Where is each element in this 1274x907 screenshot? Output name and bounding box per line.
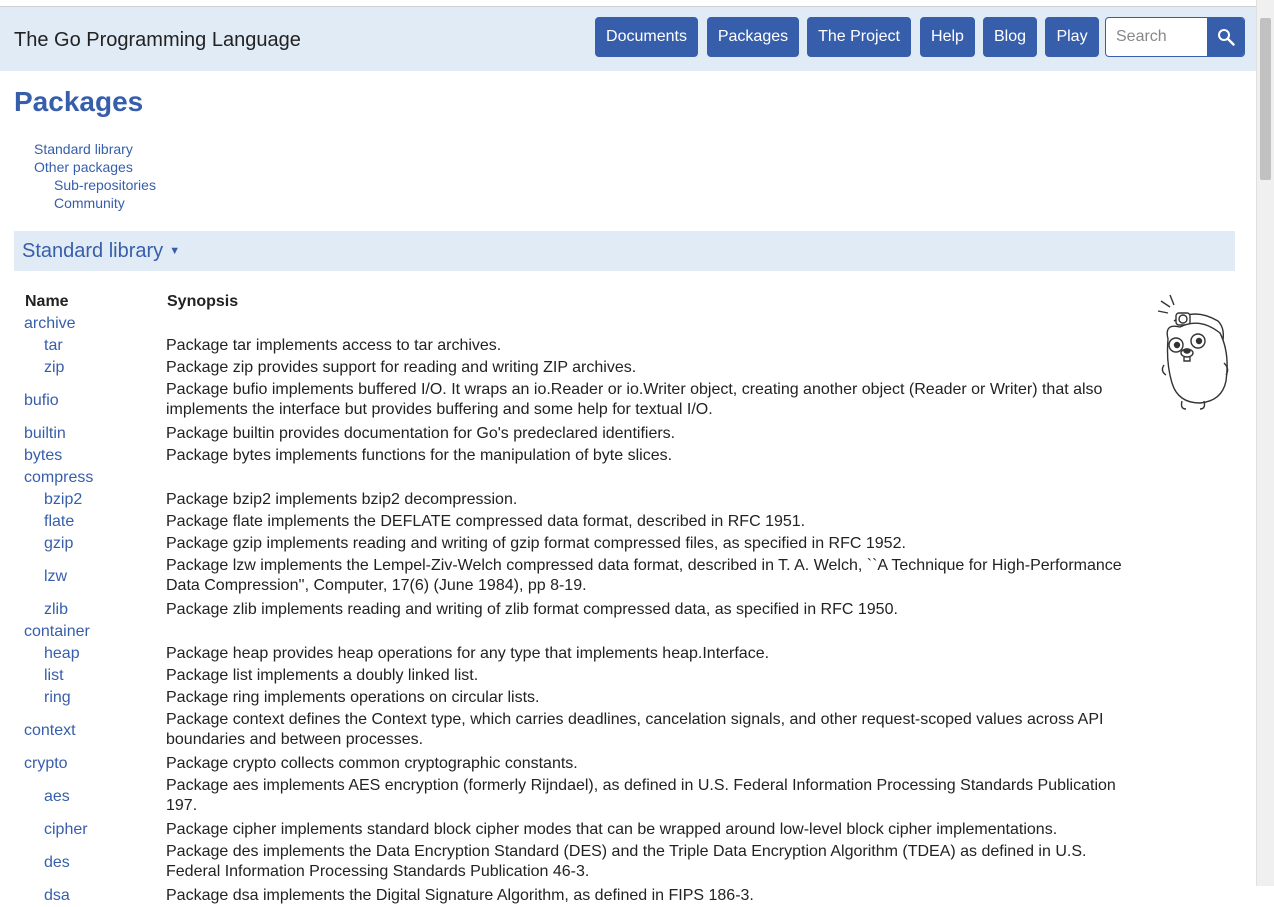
package-name-link[interactable]: container xyxy=(24,622,90,642)
package-name-link[interactable]: archive xyxy=(24,314,76,334)
package-name-link[interactable]: compress xyxy=(24,468,93,488)
package-name-link[interactable]: aes xyxy=(44,787,70,807)
package-synopsis: Package aes implements AES encryption (f… xyxy=(166,777,1116,814)
table-row: zlib Package zlib implements reading and … xyxy=(0,599,1150,621)
table-row: archive xyxy=(0,313,1150,335)
package-synopsis: Package zlib implements reading and writ… xyxy=(166,601,898,618)
toc-standard-library-link[interactable]: Standard library xyxy=(34,140,156,158)
package-name-link[interactable]: tar xyxy=(44,336,63,356)
package-synopsis: Package gzip implements reading and writ… xyxy=(166,535,906,552)
table-row: context Package context defines the Conte… xyxy=(0,709,1150,753)
package-table: archive tar Package tar implements access … xyxy=(0,313,1150,907)
table-row: bzip2 Package bzip2 implements bzip2 deco… xyxy=(0,489,1150,511)
package-synopsis: Package heap provides heap operations fo… xyxy=(166,645,770,662)
table-row: flate Package flate implements the DEFLAT… xyxy=(0,511,1150,533)
table-of-contents: Standard library Other packages Sub-repo… xyxy=(34,140,156,212)
table-row: aes Package aes implements AES encryption… xyxy=(0,775,1150,819)
package-name-link[interactable]: zip xyxy=(44,358,64,378)
top-bar: The Go Programming Language Documents Pa… xyxy=(0,7,1256,71)
package-synopsis: Package dsa implements the Digital Signa… xyxy=(166,887,754,904)
package-synopsis: Package des implements the Data Encrypti… xyxy=(166,843,1087,880)
package-synopsis: Package context defines the Context type… xyxy=(166,711,1104,748)
nav-packages-button[interactable]: Packages xyxy=(707,17,799,57)
table-row: bytes Package bytes implements functions … xyxy=(0,445,1150,467)
table-row: ring Package ring implements operations o… xyxy=(0,687,1150,709)
package-synopsis: Package flate implements the DEFLATE com… xyxy=(166,513,806,530)
package-synopsis: Package tar implements access to tar arc… xyxy=(166,337,502,354)
search-button[interactable] xyxy=(1207,18,1244,56)
table-row: dsa Package dsa implements the Digital Si… xyxy=(0,885,1150,907)
package-name-link[interactable]: bytes xyxy=(24,446,62,466)
package-name-link[interactable]: context xyxy=(24,721,76,741)
package-synopsis: Package ring implements operations on ci… xyxy=(166,689,540,706)
nav-blog-button[interactable]: Blog xyxy=(983,17,1037,57)
nav-help-button[interactable]: Help xyxy=(920,17,975,57)
package-synopsis: Package cipher implements standard block… xyxy=(166,821,1058,838)
section-title[interactable]: Standard library ▼ xyxy=(22,240,180,263)
package-name-link[interactable]: crypto xyxy=(24,754,68,774)
standard-library-section-header[interactable]: Standard library ▼ xyxy=(14,231,1235,271)
package-synopsis: Package bzip2 implements bzip2 decompres… xyxy=(166,491,518,508)
package-name-link[interactable]: heap xyxy=(44,644,80,664)
package-synopsis: Package zip provides support for reading… xyxy=(166,359,637,376)
package-synopsis: Package builtin provides documentation f… xyxy=(166,425,676,442)
vertical-scrollbar[interactable] xyxy=(1256,0,1274,886)
site-title[interactable]: The Go Programming Language xyxy=(14,29,301,52)
table-row: gzip Package gzip implements reading and … xyxy=(0,533,1150,555)
package-name-link[interactable]: builtin xyxy=(24,424,66,444)
table-row: heap Package heap provides heap operation… xyxy=(0,643,1150,665)
package-name-link[interactable]: des xyxy=(44,853,70,873)
nav-documents-button[interactable]: Documents xyxy=(595,17,698,57)
package-synopsis: Package list implements a doubly linked … xyxy=(166,667,479,684)
package-name-link[interactable]: gzip xyxy=(44,534,73,554)
search-input[interactable] xyxy=(1106,18,1208,56)
table-row: bufio Package bufio implements buffered I… xyxy=(0,379,1150,423)
package-synopsis: Package bytes implements functions for t… xyxy=(166,447,673,464)
package-synopsis: Package crypto collects common cryptogra… xyxy=(166,755,578,772)
package-name-link[interactable]: dsa xyxy=(44,886,70,906)
table-row: des Package des implements the Data Encry… xyxy=(0,841,1150,885)
toc-sub-repositories-link[interactable]: Sub-repositories xyxy=(54,176,156,194)
table-row: zip Package zip provides support for read… xyxy=(0,357,1150,379)
table-row: tar Package tar implements access to tar … xyxy=(0,335,1150,357)
table-row: container xyxy=(0,621,1150,643)
page-title: Packages xyxy=(14,86,144,117)
package-synopsis: Package bufio implements buffered I/O. I… xyxy=(166,381,1103,418)
package-name-link[interactable]: lzw xyxy=(44,567,67,587)
package-name-link[interactable]: flate xyxy=(44,512,74,532)
search-box xyxy=(1105,17,1245,57)
caret-down-icon: ▼ xyxy=(169,245,181,257)
table-row: lzw Package lzw implements the Lempel-Ziv… xyxy=(0,555,1150,599)
table-row: cipher Package cipher implements standard… xyxy=(0,819,1150,841)
package-name-link[interactable]: bufio xyxy=(24,391,59,411)
search-icon xyxy=(1217,29,1235,46)
section-title-text: Standard library xyxy=(22,240,164,262)
package-name-link[interactable]: ring xyxy=(44,688,71,708)
nav-play-button[interactable]: Play xyxy=(1045,17,1099,57)
toc-other-packages-link[interactable]: Other packages xyxy=(34,158,156,176)
table-row: list Package list implements a doubly lin… xyxy=(0,665,1150,687)
package-name-link[interactable]: bzip2 xyxy=(44,490,82,510)
nav-the-project-button[interactable]: The Project xyxy=(807,17,911,57)
toc-community-link[interactable]: Community xyxy=(54,194,156,212)
scrollbar-thumb[interactable] xyxy=(1260,18,1271,180)
table-row: crypto Package crypto collects common cry… xyxy=(0,753,1150,775)
name-column-header: Name xyxy=(25,293,69,310)
table-row: compress xyxy=(0,467,1150,489)
package-name-link[interactable]: cipher xyxy=(44,820,88,840)
synopsis-column-header: Synopsis xyxy=(167,293,239,310)
gopher-mascot-icon xyxy=(1157,294,1229,410)
package-synopsis: Package lzw implements the Lempel-Ziv-We… xyxy=(166,557,1122,594)
package-name-link[interactable]: list xyxy=(44,666,64,686)
browser-top-edge xyxy=(0,0,1256,7)
table-row: builtin Package builtin provides document… xyxy=(0,423,1150,445)
package-name-link[interactable]: zlib xyxy=(44,600,68,620)
